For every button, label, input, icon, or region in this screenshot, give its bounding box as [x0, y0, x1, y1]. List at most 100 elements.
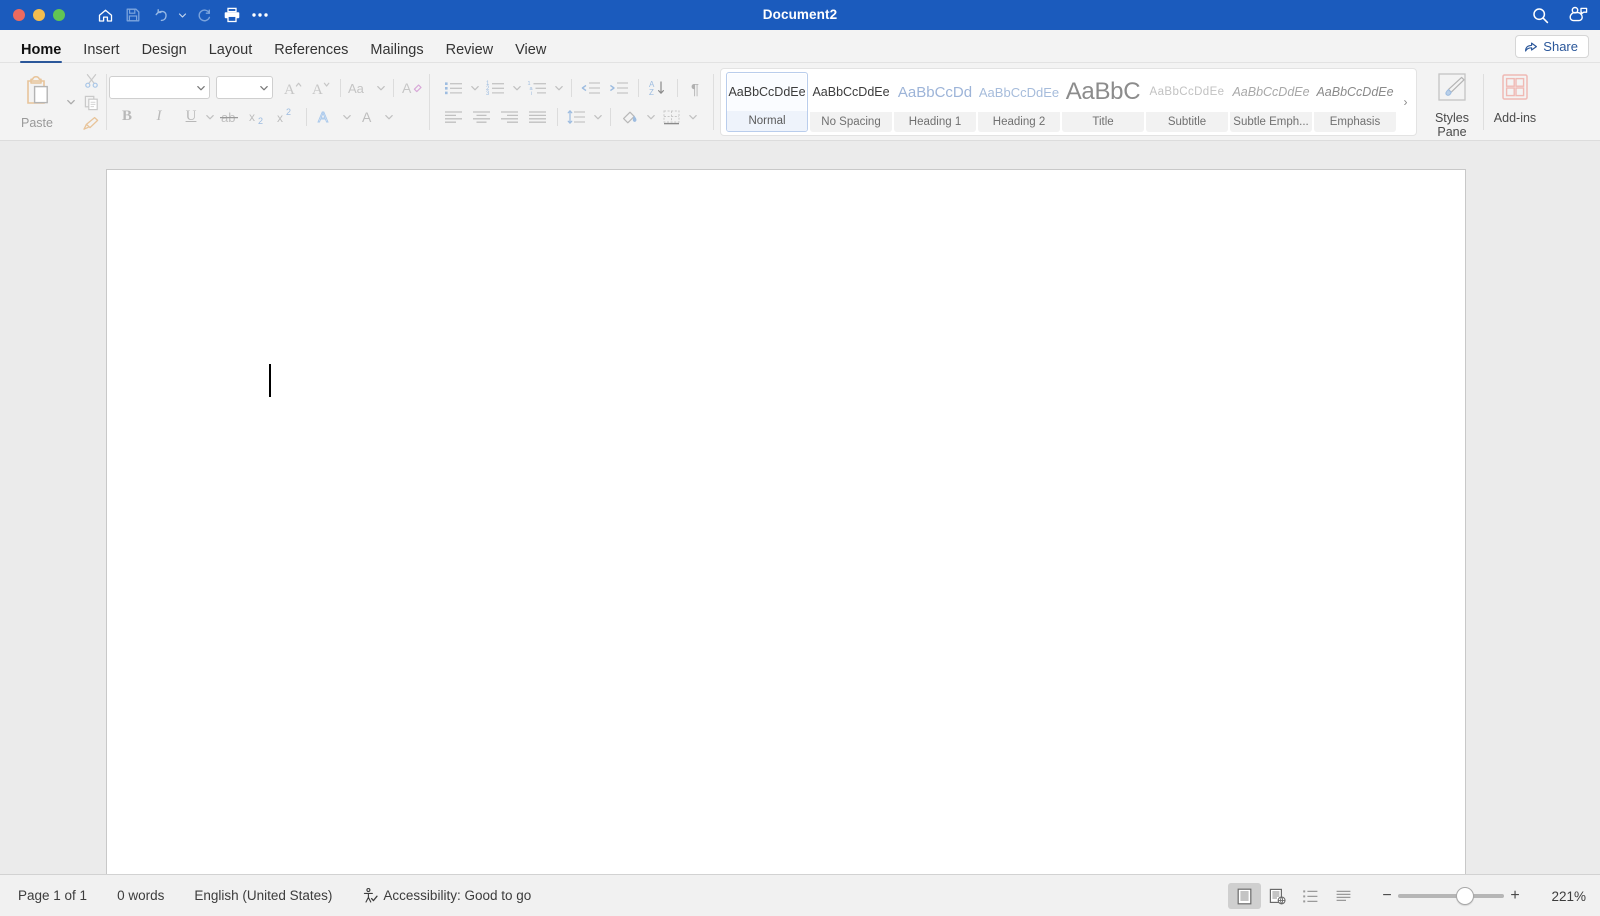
align-right-button[interactable]	[496, 105, 524, 129]
tab-home[interactable]: Home	[10, 42, 72, 64]
tab-review[interactable]: Review	[435, 42, 505, 64]
svg-text:Z: Z	[649, 88, 654, 97]
tab-layout[interactable]: Layout	[198, 42, 264, 64]
subscript-button[interactable]: x2	[245, 105, 273, 129]
style-card-title[interactable]: AaBbC Title	[1062, 72, 1144, 132]
shading-button[interactable]	[616, 105, 644, 129]
svg-text:Aa: Aa	[348, 81, 365, 96]
zoom-in-button[interactable]: +	[1504, 885, 1526, 907]
style-card-heading-1[interactable]: AaBbCcDd Heading 1	[894, 72, 976, 132]
align-center-button[interactable]	[468, 105, 496, 129]
grow-font-button[interactable]: A	[279, 76, 307, 100]
line-spacing-button[interactable]	[563, 105, 591, 129]
style-name: Heading 1	[894, 112, 976, 132]
increase-indent-button[interactable]	[605, 76, 633, 100]
paragraph-group-row-2	[432, 104, 711, 130]
justify-button[interactable]	[524, 105, 552, 129]
save-icon[interactable]	[120, 3, 146, 27]
tab-insert[interactable]: Insert	[72, 42, 130, 64]
copilot-icon[interactable]	[1566, 3, 1590, 27]
status-accessibility[interactable]: Accessibility: Good to go	[346, 887, 545, 904]
borders-button[interactable]	[658, 105, 686, 129]
style-card-subtitle[interactable]: AaBbCcDdEe Subtitle	[1146, 72, 1228, 132]
paste-dropdown-icon[interactable]	[64, 69, 78, 135]
zoom-slider[interactable]	[1398, 885, 1504, 907]
minimize-window-button[interactable]	[33, 9, 45, 21]
numbering-button[interactable]: 123	[482, 76, 510, 100]
style-card-normal[interactable]: AaBbCcDdEe Normal	[726, 72, 808, 132]
align-left-button[interactable]	[440, 105, 468, 129]
zoom-slider-handle[interactable]	[1456, 887, 1474, 905]
document-canvas[interactable]	[0, 141, 1600, 904]
line-spacing-dropdown-icon[interactable]	[591, 105, 605, 129]
copy-button[interactable]	[78, 92, 104, 113]
zoom-out-button[interactable]: −	[1376, 885, 1398, 907]
bullets-dropdown-icon[interactable]	[468, 76, 482, 100]
font-name-input[interactable]	[109, 76, 210, 99]
addins-button[interactable]: Add-ins	[1486, 68, 1544, 136]
status-language[interactable]: English (United States)	[178, 888, 346, 903]
font-color-button[interactable]: A	[354, 105, 382, 129]
home-icon[interactable]	[92, 3, 118, 27]
print-icon[interactable]	[219, 3, 245, 27]
style-card-no-spacing[interactable]: AaBbCcDdEe No Spacing	[810, 72, 892, 132]
addins-icon	[1498, 72, 1532, 109]
change-case-button[interactable]: Aa	[346, 76, 374, 100]
style-card-emphasis[interactable]: AaBbCcDdEe Emphasis	[1314, 72, 1396, 132]
undo-dropdown-icon[interactable]	[176, 3, 189, 27]
redo-icon[interactable]	[191, 3, 217, 27]
ribbon: Paste A A Aa A B I U ab x 2 x 2 A A 1 2 …	[0, 63, 1600, 141]
multilevel-list-dropdown-icon[interactable]	[552, 76, 566, 100]
superscript-button[interactable]: x2	[273, 105, 301, 129]
status-page-number[interactable]: Page 1 of 1	[18, 888, 101, 903]
svg-text:A: A	[318, 109, 328, 126]
shading-dropdown-icon[interactable]	[644, 105, 658, 129]
format-painter-button[interactable]	[78, 114, 104, 135]
tab-mailings[interactable]: Mailings	[359, 42, 434, 64]
styles-gallery-more-button[interactable]: ›	[1397, 72, 1414, 132]
style-card-subtle-emphasis[interactable]: AaBbCcDdEe Subtle Emph...	[1230, 72, 1312, 132]
shrink-font-button[interactable]: A	[307, 76, 335, 100]
underline-dropdown-icon[interactable]	[203, 105, 217, 129]
change-case-dropdown-icon[interactable]	[374, 76, 388, 100]
text-effects-dropdown-icon[interactable]	[340, 105, 354, 129]
more-commands-icon[interactable]	[247, 3, 273, 27]
cut-button[interactable]	[78, 70, 104, 91]
clear-formatting-button[interactable]: A	[399, 76, 427, 100]
underline-button[interactable]: U	[179, 105, 203, 129]
view-draft-button[interactable]	[1327, 883, 1360, 909]
sort-button[interactable]: AZ	[644, 76, 672, 100]
maximize-window-button[interactable]	[53, 9, 65, 21]
show-paragraph-marks-button[interactable]: ¶	[683, 76, 711, 100]
style-name: Subtitle	[1146, 112, 1228, 132]
view-outline-button[interactable]	[1294, 883, 1327, 909]
tab-references[interactable]: References	[263, 42, 359, 64]
view-print-layout-button[interactable]	[1228, 883, 1261, 909]
font-color-dropdown-icon[interactable]	[382, 105, 396, 129]
bullets-button[interactable]	[440, 76, 468, 100]
font-size-input[interactable]	[216, 76, 273, 99]
decrease-indent-button[interactable]	[577, 76, 605, 100]
style-name: Emphasis	[1314, 112, 1396, 132]
close-window-button[interactable]	[13, 9, 25, 21]
search-icon[interactable]	[1528, 3, 1552, 27]
paste-button[interactable]: Paste	[10, 69, 64, 135]
undo-icon[interactable]	[148, 3, 174, 27]
status-word-count[interactable]: 0 words	[101, 888, 178, 903]
italic-button[interactable]: I	[147, 105, 171, 129]
tab-design[interactable]: Design	[131, 42, 198, 64]
document-page[interactable]	[106, 169, 1466, 904]
bold-button[interactable]: B	[115, 105, 139, 129]
share-button[interactable]: Share	[1515, 35, 1589, 58]
tab-view[interactable]: View	[504, 42, 557, 64]
word-application-window: Document2 Home Insert Design Layout Refe…	[0, 0, 1600, 916]
strikethrough-button[interactable]: ab	[217, 105, 245, 129]
multilevel-list-button[interactable]: 1ai	[524, 76, 552, 100]
style-card-heading-2[interactable]: AaBbCcDdEe Heading 2	[978, 72, 1060, 132]
numbering-dropdown-icon[interactable]	[510, 76, 524, 100]
view-web-layout-button[interactable]	[1261, 883, 1294, 909]
styles-pane-button[interactable]: Styles Pane	[1423, 68, 1481, 139]
zoom-percentage[interactable]: 221%	[1536, 889, 1586, 904]
borders-dropdown-icon[interactable]	[686, 105, 700, 129]
text-effects-button[interactable]: A	[312, 105, 340, 129]
